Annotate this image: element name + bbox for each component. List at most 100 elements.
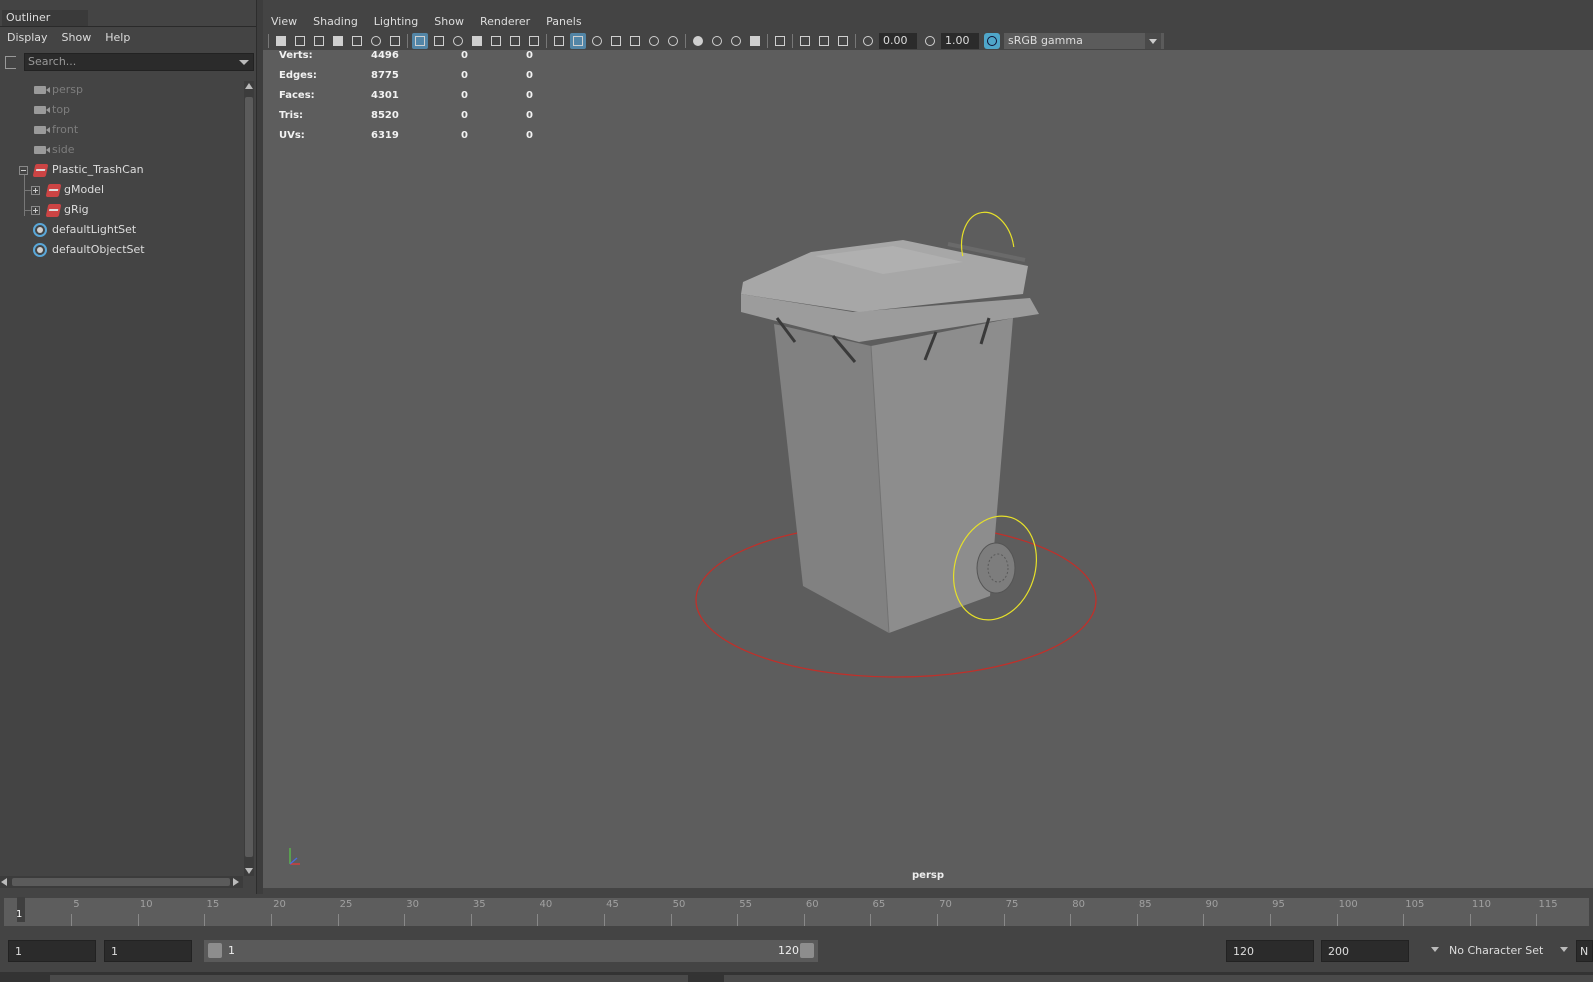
menu-view[interactable]: View [263,15,305,28]
menu-shading[interactable]: Shading [305,15,366,28]
anim-layer-field[interactable]: N [1576,940,1593,962]
horizontal-scrollbar[interactable] [0,876,243,888]
chevron-down-icon[interactable] [1560,947,1568,952]
command-input[interactable] [50,975,688,982]
list-item[interactable]: front [0,120,240,140]
list-item[interactable]: top [0,100,240,120]
list-item[interactable]: side [0,140,240,160]
bookmarks-icon[interactable] [311,33,327,49]
xray-joints-icon[interactable] [835,33,851,49]
menu-show[interactable]: Show [426,15,472,28]
chevron-down-icon[interactable] [239,60,249,65]
isolate-select-icon[interactable] [772,33,788,49]
list-item[interactable]: gRig [0,200,240,220]
collapse-icon[interactable] [19,166,28,175]
wheel-hub[interactable] [976,542,1016,594]
list-item[interactable]: defaultObjectSet [0,240,240,260]
range-end-handle[interactable] [800,943,814,958]
list-item[interactable]: persp [0,80,240,100]
start-time-field[interactable]: 1 [8,940,96,962]
film-gate-icon[interactable] [431,33,447,49]
2d-pan-zoom-icon[interactable] [368,33,384,49]
toolbar-separator [792,34,793,48]
menu-lighting[interactable]: Lighting [366,15,426,28]
xray-active-components-icon[interactable] [816,33,832,49]
timeline-tick-label: 55 [739,899,752,910]
timeline-tick [604,914,606,926]
bookmark-icon[interactable] [330,33,346,49]
menu-display[interactable]: Display [0,31,55,44]
timeline-tick [537,914,539,926]
trashcan-body-left[interactable] [774,324,889,633]
range-slider[interactable]: 1 120 [204,940,818,962]
vertical-scrollbar[interactable] [244,81,254,876]
resolution-gate-icon[interactable] [450,33,466,49]
field-chart-icon[interactable] [488,33,504,49]
item-label: Plastic_TrashCan [52,163,144,176]
exposure-icon[interactable] [860,33,876,49]
gate-mask-icon[interactable] [469,33,485,49]
smooth-shade-icon[interactable] [570,33,586,49]
time-slider[interactable]: 5 10 15 20 25 30 35 40 45 50 55 60 65 70 75 80 85 90 95 100… [0,894,1593,928]
range-start-handle[interactable] [208,943,222,958]
gamma-icon[interactable] [922,33,938,49]
wireframe-on-shaded-icon[interactable] [608,33,624,49]
xray-icon[interactable] [797,33,813,49]
item-label: gModel [64,183,105,196]
timeline-tick [1003,914,1005,926]
filter-icon[interactable] [2,53,20,71]
scrollbar-thumb[interactable] [12,878,230,886]
toolbar-separator [268,34,269,48]
playback-start-field[interactable]: 1 [104,940,192,962]
expand-icon[interactable] [31,186,40,195]
grid-icon[interactable] [412,33,428,49]
shadows-icon[interactable] [665,33,681,49]
color-space-select[interactable]: sRGB gamma [1004,33,1164,49]
timeline-tick [204,914,206,926]
anti-aliasing-icon[interactable] [728,33,744,49]
camera-attributes-icon[interactable] [292,33,308,49]
exposure-field[interactable]: 0.00 [879,33,917,49]
depth-of-field-icon[interactable] [747,33,763,49]
motion-blur-icon[interactable] [709,33,725,49]
menu-renderer[interactable]: Renderer [472,15,538,28]
menu-show[interactable]: Show [55,31,99,44]
character-set-select[interactable]: No Character Set [1449,940,1543,962]
menu-panels[interactable]: Panels [538,15,589,28]
scroll-down-icon[interactable] [245,868,253,874]
scroll-right-icon[interactable] [233,878,239,886]
scroll-left-icon[interactable] [1,878,7,886]
3d-viewport[interactable]: Verts: 4496 0 0 Edges: 8775 0 0 Faces: 4… [263,50,1593,888]
grease-pencil-icon[interactable] [387,33,403,49]
wireframe-icon[interactable] [551,33,567,49]
outliner-tab[interactable]: Outliner [2,10,88,26]
list-item[interactable]: Plastic_TrashCan [0,160,240,180]
safe-title-icon[interactable] [526,33,542,49]
end-time-field[interactable]: 200 [1321,940,1409,962]
list-item[interactable]: defaultLightSet [0,220,240,240]
gamma-field[interactable]: 1.00 [941,33,979,49]
expand-icon[interactable] [31,206,40,215]
textured-icon[interactable] [627,33,643,49]
chevron-down-icon[interactable] [1145,33,1161,49]
search-input[interactable]: Search... [24,53,254,71]
safe-action-icon[interactable] [507,33,523,49]
camera-icon [34,126,50,134]
menu-help[interactable]: Help [98,31,137,44]
playback-end-field[interactable]: 120 [1226,940,1314,962]
scrollbar-thumb[interactable] [245,97,253,857]
default-material-icon[interactable] [589,33,605,49]
panel-divider[interactable] [256,0,263,894]
use-all-lights-icon[interactable] [646,33,662,49]
list-item[interactable]: gModel [0,180,240,200]
scroll-up-icon[interactable] [245,83,253,89]
item-label: defaultObjectSet [52,243,145,256]
time-slider-track[interactable]: 5 10 15 20 25 30 35 40 45 50 55 60 65 70 75 80 85 90 95 100… [4,898,1589,926]
timeline-tick-label: 110 [1471,899,1491,910]
image-plane-icon[interactable] [349,33,365,49]
timeline-tick-label: 35 [472,899,486,910]
chevron-down-icon[interactable] [1431,947,1439,952]
color-management-icon[interactable] [984,33,1000,49]
select-camera-icon[interactable] [273,33,289,49]
screen-space-ao-icon[interactable] [690,33,706,49]
